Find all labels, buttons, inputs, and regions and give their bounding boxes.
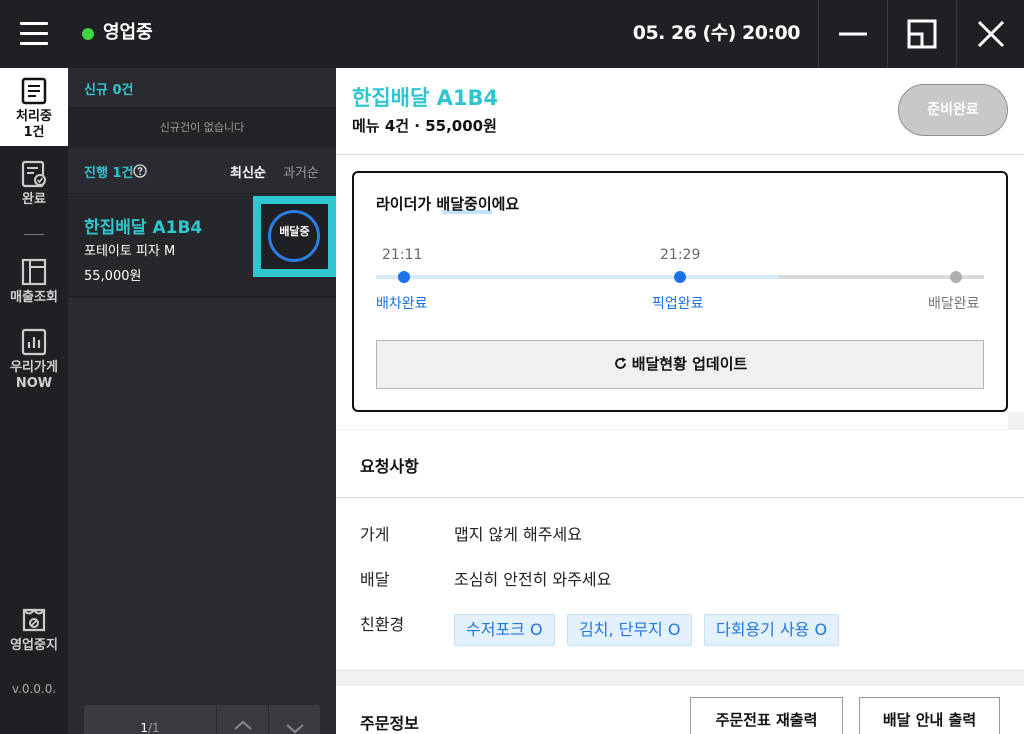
print-delivery-guide-button[interactable]: 배달 안내 출력 [859, 697, 1000, 734]
step-label: 배달완료 [928, 296, 980, 312]
close-icon [977, 20, 1005, 48]
section-gap [336, 670, 1024, 686]
order-info-title: 주문정보 [360, 714, 419, 733]
document-check-icon [21, 160, 46, 188]
order-menu: 포테이토 피자 M [84, 244, 176, 259]
new-orders-title: 신규 0건 [84, 83, 134, 98]
close-button[interactable] [956, 0, 1024, 68]
eco-tag: 다회용기 사용 O [704, 614, 840, 646]
nav-item-processing[interactable]: 처리중 1건 [0, 68, 68, 146]
step-label: 배차완료 [376, 296, 428, 312]
ledger-icon [21, 258, 47, 286]
order-name: 한집배달 A1B4 [84, 218, 203, 238]
bar-chart-icon [21, 328, 47, 356]
badge-label: 배달중 [279, 225, 310, 238]
request-label-eco: 친환경 [360, 615, 405, 634]
document-list-icon [21, 77, 47, 105]
minimize-button[interactable] [818, 0, 886, 68]
sort-oldest-button[interactable]: 과거순 [283, 162, 319, 181]
step-dot-done [674, 271, 686, 283]
new-orders-empty: 신규건이 없습니다 [68, 108, 336, 148]
tracking-title: 라이더가 배달중이에요 [376, 195, 520, 213]
reprint-receipt-button[interactable]: 주문전표 재출력 [690, 697, 843, 734]
step-dot-done [398, 271, 410, 283]
eco-tag: 김치, 단무지 O [567, 614, 693, 646]
nav-count: 1건 [23, 125, 45, 140]
new-orders-header: 신규 0건 [68, 68, 336, 108]
app-version: v.0.0.0. [11, 682, 57, 696]
detail-title: 한집배달 A1B4 [352, 86, 499, 110]
pagination: 1/1 [84, 705, 320, 734]
restore-button[interactable] [887, 0, 955, 68]
nav-item-pause-business[interactable]: 영업중지 [0, 604, 68, 658]
eco-tag: 수저포크 O [454, 614, 555, 646]
nav-item-sales[interactable]: 매출조회 [0, 258, 68, 312]
divider [336, 154, 1024, 155]
nav-label: NOW [15, 376, 53, 391]
datetime: 05. 26 (수) 20:00 [632, 22, 801, 44]
chevron-up-icon [234, 720, 252, 730]
minimize-icon [839, 32, 867, 36]
page-down-button[interactable] [268, 705, 320, 734]
hamburger-icon[interactable] [20, 22, 48, 46]
nav-label: 매출조회 [10, 290, 58, 305]
chevron-down-icon [286, 724, 304, 734]
timeline-progress [376, 275, 778, 279]
sort-newest-button[interactable]: 최신순 [230, 162, 266, 181]
requests-header: 요청사항 [336, 429, 1024, 498]
nav-item-complete[interactable]: 완료 [0, 160, 68, 214]
status-dot-icon [82, 28, 94, 40]
page-up-button[interactable] [216, 705, 268, 734]
step-label: 픽업완료 [652, 296, 704, 312]
nav-label: 우리가게 [10, 360, 58, 375]
request-label-store: 가게 [360, 525, 390, 544]
order-list-panel: 신규 0건 신규건이 없습니다 진행 1건 최신순 과거순 한집배달 A1B4 … [68, 68, 336, 734]
nav-item-store-now[interactable]: 우리가게 NOW [0, 328, 68, 398]
help-icon[interactable] [133, 164, 147, 178]
refresh-icon [614, 357, 626, 369]
step-dot-pending [950, 271, 962, 283]
store-status[interactable]: 영업중 [103, 20, 153, 46]
in-progress-header: 진행 1건 최신순 과거순 [68, 148, 336, 194]
top-bar: 영업중 05. 26 (수) 20:00 [0, 0, 1024, 68]
requests-title: 요청사항 [360, 457, 419, 476]
delivery-tracking-card: 라이더가 배달중이에요 21:11 21:29 배차완료 픽업완료 배달완료 배… [352, 171, 1008, 412]
order-card[interactable]: 한집배달 A1B4 포테이토 피자 M 55,000원 배달중 [68, 195, 336, 297]
request-value-store: 맵지 않게 해주세요 [454, 525, 582, 544]
store-closed-icon [22, 608, 46, 632]
in-progress-title: 진행 1건 [84, 166, 134, 181]
page-current: 1 [140, 721, 148, 734]
order-detail-panel: 한집배달 A1B4 메뉴 4건 · 55,000원 준비완료 라이더가 배달중이… [336, 68, 1024, 734]
section-gap [1008, 412, 1024, 429]
page-total: /1 [147, 721, 160, 734]
update-button-label: 배달현황 업데이트 [631, 355, 748, 373]
nav-label: 영업중지 [10, 638, 58, 653]
nav-divider [24, 234, 44, 235]
delivery-status-badge: 배달중 [253, 196, 336, 277]
request-label-delivery: 배달 [360, 570, 390, 589]
step-time: 21:11 [382, 247, 423, 263]
nav-label: 완료 [22, 192, 46, 207]
ready-complete-button[interactable]: 준비완료 [898, 84, 1008, 136]
order-price: 55,000원 [84, 269, 142, 284]
nav-label: 처리중 [16, 109, 52, 124]
detail-subtitle: 메뉴 4건 · 55,000원 [352, 117, 497, 135]
step-time: 21:29 [660, 247, 701, 263]
update-delivery-status-button[interactable]: 배달현황 업데이트 [376, 340, 984, 389]
left-nav: 처리중 1건 완료 매출조회 우리가게 NOW 영업중지 v.0.0.0. [0, 68, 68, 734]
page-indicator: 1/1 [84, 705, 216, 734]
restore-icon [907, 19, 937, 49]
request-value-delivery: 조심히 안전히 와주세요 [454, 570, 612, 589]
